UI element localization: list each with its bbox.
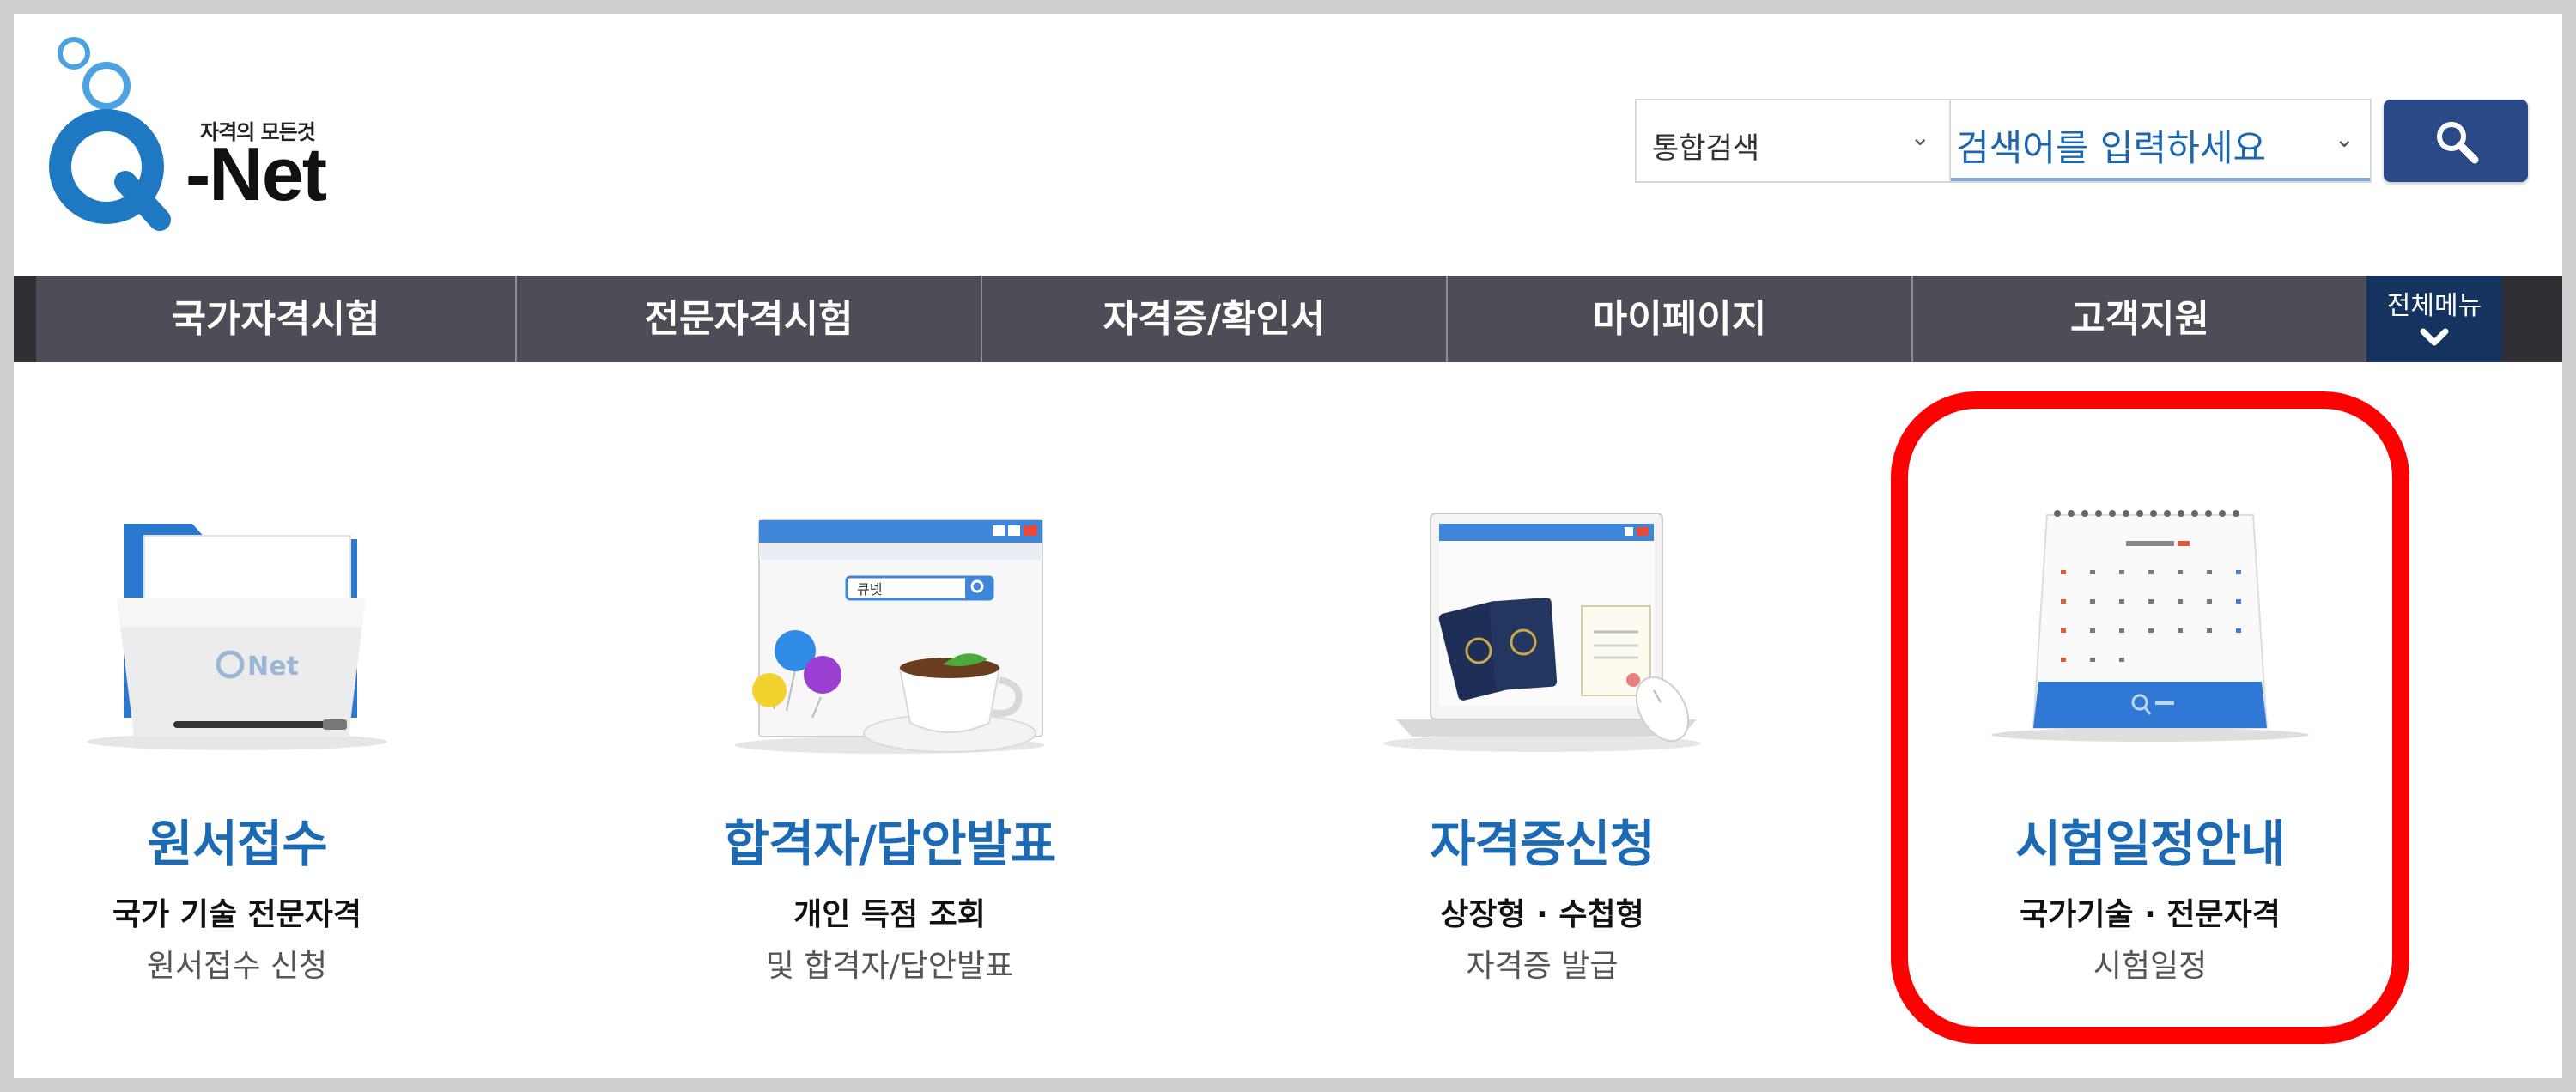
folder-logo-text: Net [247, 652, 299, 682]
qnet-logo[interactable]: 자격의 모든것 -Net [33, 29, 342, 235]
folder-icon: Net [87, 524, 387, 750]
search-input[interactable]: 검색어를 입력하세요 ⌄ [1951, 99, 2372, 183]
nav-edge-right [2502, 276, 2562, 362]
card-description: 및 합격자/답안발표 [765, 949, 1014, 984]
search-scope-label: 통합검색 [1652, 131, 1760, 166]
q-logo-mark-icon [49, 37, 171, 231]
search-placeholder: 검색어를 입력하세요 [1956, 127, 2267, 169]
search-button[interactable] [2384, 100, 2528, 182]
nav-item-national-exam[interactable]: 국가자격시험 [36, 276, 515, 362]
main-nav: 국가자격시험 전문자격시험 자격증/확인서 마이페이지 고객지원 전체메뉴 [14, 276, 2562, 362]
card-subtitle: 개인 득점 조회 [793, 897, 986, 932]
all-menu-button[interactable]: 전체메뉴 [2366, 276, 2502, 362]
card-subtitle: 국가 기술 전문자격 [112, 897, 362, 932]
card-title[interactable]: 자격증신청 [1319, 804, 1765, 876]
card-subtitle: 상장형 · 수첩형 [1440, 897, 1644, 932]
logo-brand-text: -Net [185, 131, 327, 216]
nav-item-professional-exam[interactable]: 전문자격시험 [517, 276, 981, 362]
nav-edge-left [14, 276, 36, 362]
search-scope-select[interactable]: 통합검색 ⌄ [1635, 99, 1951, 183]
nav-item-support[interactable]: 고객지원 [1913, 276, 2366, 362]
browser-search-text: 큐넷 [857, 581, 882, 598]
card-title[interactable]: 원서접수 [14, 804, 460, 876]
search-input-underline [1951, 178, 2370, 181]
card-application[interactable]: Net 원서접수 국가 기술 전문자격 원서접수 신청 [14, 460, 460, 1027]
nav-item-certificate[interactable]: 자격증/확인서 [982, 276, 1446, 362]
browser-coffee-icon: 큐넷 [735, 519, 1044, 754]
card-title[interactable]: 합격자/답안발표 [666, 804, 1113, 876]
chevron-down-icon: ⌄ [1910, 123, 1930, 151]
laptop-passport-icon [1383, 513, 1701, 752]
card-description: 자격증 발급 [1466, 949, 1619, 984]
nav-item-mypage[interactable]: 마이페이지 [1448, 276, 1911, 362]
card-description: 원서접수 신청 [146, 949, 328, 984]
chevron-down-icon: ⌄ [2334, 124, 2354, 153]
card-results[interactable]: 큐넷 합격자/답안발표 개인 득점 조회 및 합격자/답안발표 [666, 460, 1113, 1027]
highlight-box [1891, 391, 2409, 1044]
chevron-down-icon [2420, 328, 2449, 346]
magnifier-icon [2437, 122, 2479, 164]
card-certificate-apply[interactable]: 자격증신청 상장형 · 수첩형 자격증 발급 [1319, 460, 1765, 1027]
page-frame: 자격의 모든것 -Net 통합검색 ⌄ 검색어를 입력하세요 ⌄ 국가자격시험 … [14, 14, 2562, 1078]
all-menu-label: 전체메뉴 [2386, 291, 2482, 321]
